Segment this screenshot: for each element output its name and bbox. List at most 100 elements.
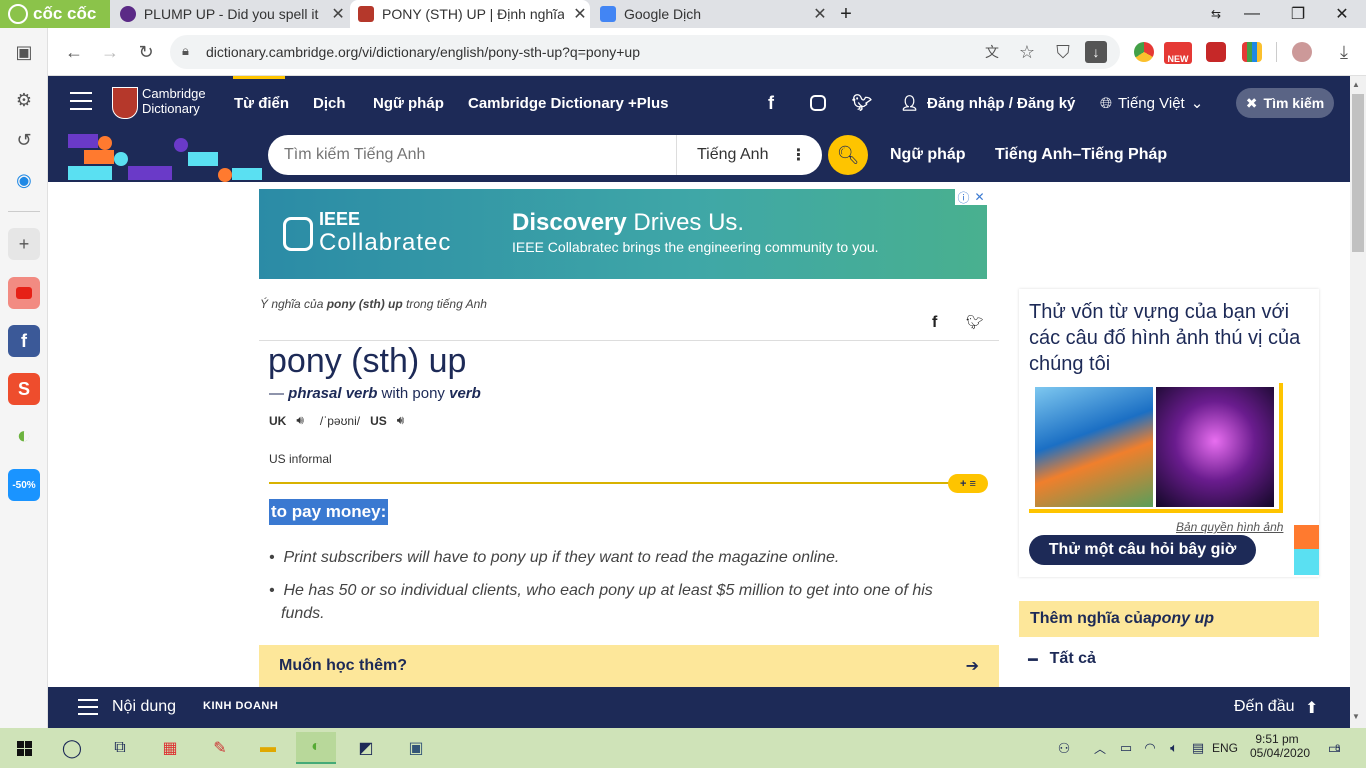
app-icon-2[interactable]: ▣	[396, 732, 436, 764]
reload-icon[interactable]: ↻	[132, 38, 160, 66]
all-meanings-toggle[interactable]: ━ Tất cả	[1028, 650, 1096, 670]
download-video-icon[interactable]: ↓	[1085, 41, 1107, 63]
uk-audio-icon[interactable]: 🔊︎	[296, 413, 304, 428]
ad-choices-icon[interactable]: ⓘ ✕	[955, 189, 987, 205]
tab-plump-up[interactable]: PLUMP UP - Did you spell it c ✕	[112, 0, 346, 28]
back-to-top-link[interactable]: Đến đầu	[1234, 698, 1295, 716]
scroll-up-arrow-icon[interactable]: ▲	[1352, 80, 1360, 89]
scroll-down-arrow-icon[interactable]: ▼	[1352, 712, 1360, 721]
add-to-wordlist-button[interactable]: + ≡	[948, 474, 988, 493]
search-toggle-button[interactable]: ✖ Tìm kiếm	[1236, 88, 1334, 118]
ad-banner[interactable]: IEEE Collabratec Discovery Drives Us. IE…	[259, 189, 987, 279]
facebook-icon[interactable]: f	[768, 76, 774, 130]
quiz-start-button[interactable]: Thử một câu hỏi bây giờ	[1029, 535, 1256, 565]
twitter-icon[interactable]: 🐦︎	[852, 76, 872, 130]
profile-avatar[interactable]	[1292, 42, 1312, 62]
minimize-button[interactable]: —	[1232, 0, 1272, 28]
history-icon[interactable]: ↺	[8, 124, 40, 156]
language-label: Tiếng Việt	[1118, 94, 1185, 112]
learn-more-bar[interactable]: Muốn học thêm? ➔	[259, 645, 999, 687]
cambridge-logo[interactable]: Cambridge Dictionary	[142, 86, 206, 116]
browser-sidebar: ▣ ⚙ ↺ ◉ + f S ◐ -50%	[0, 28, 48, 728]
app-icon[interactable]: ▦	[150, 732, 190, 764]
login-link[interactable]: 👤︎ Đăng nhập / Đăng ký	[900, 76, 1075, 130]
search-language-selector[interactable]: Tiếng Anh ⋮	[676, 135, 822, 175]
tiki-icon[interactable]: -50%	[8, 469, 40, 501]
new-extension-icon[interactable]: NEW	[1164, 42, 1192, 64]
waterslide-image[interactable]	[1035, 387, 1153, 507]
nav-translate[interactable]: Dịch	[313, 76, 346, 130]
coccoc-taskbar-icon[interactable]: ◐	[296, 732, 336, 764]
downloads-icon[interactable]: ⤓	[1330, 38, 1358, 66]
extension-red-icon[interactable]	[1206, 42, 1226, 62]
share-facebook-icon[interactable]: f	[932, 314, 937, 332]
contents-link[interactable]: Nội dung	[112, 698, 176, 716]
ferris-wheel-image[interactable]	[1156, 387, 1274, 507]
address-bar-row: ← → ↻ 🔒︎ dictionary.cambridge.org/vi/dic…	[48, 28, 1366, 76]
new-tab-button[interactable]: +	[826, 0, 866, 28]
grammar-link[interactable]: Ngữ pháp	[890, 130, 966, 180]
example-item: • He has 50 or so individual clients, wh…	[269, 582, 933, 622]
coccoc-menu-button[interactable]: cốc cốc	[0, 0, 110, 28]
tab-pony-up[interactable]: PONY (STH) UP | Định nghĩa t ✕	[350, 0, 590, 28]
add-sidebar-app-icon[interactable]: +	[8, 228, 40, 260]
coccoc-sidebar-icon[interactable]: ◐	[8, 420, 40, 452]
close-tab-icon[interactable]: ✕	[330, 4, 346, 24]
image-credit-link[interactable]: Bản quyền hình ảnh	[1176, 520, 1283, 534]
close-window-button[interactable]: ✕	[1322, 0, 1362, 28]
search-circle-icon[interactable]: ◯	[52, 732, 92, 764]
english-french-link[interactable]: Tiếng Anh–Tiếng Pháp	[995, 130, 1167, 180]
sidebar-toggle-icon[interactable]: ▣	[8, 36, 40, 68]
language-selector[interactable]: 🌐︎ Tiếng Việt ⌄	[1100, 76, 1203, 130]
shopee-label: S	[17, 378, 30, 399]
contents-menu-icon[interactable]	[78, 699, 98, 715]
extension-color-icon[interactable]	[1242, 42, 1262, 62]
ieee-logo-icon	[283, 217, 313, 251]
hamburger-menu-icon[interactable]	[70, 92, 92, 110]
settings-gear-icon[interactable]: ⚙	[8, 84, 40, 116]
shield-icon[interactable]: ⛉	[1049, 38, 1077, 66]
google-translate-favicon-icon	[600, 6, 616, 22]
page-scrollbar[interactable]: ▲ ▼	[1350, 76, 1366, 728]
maximize-button[interactable]: ❐	[1278, 0, 1318, 28]
bookmark-star-icon[interactable]: ☆	[1013, 38, 1041, 66]
notification-count: 8	[1335, 743, 1341, 753]
facebook-sidebar-icon[interactable]: f	[8, 325, 40, 357]
arrow-up-circle-icon[interactable]: ⬆︎	[1305, 698, 1318, 718]
tab-search-icon[interactable]: ⇆	[1196, 0, 1236, 28]
nav-plus[interactable]: Cambridge Dictionary +Plus	[468, 76, 668, 130]
people-icon[interactable]: ⚇	[1044, 732, 1084, 764]
notifications-icon[interactable]: ▭ 8	[1314, 732, 1354, 764]
scroll-thumb[interactable]	[1352, 94, 1364, 252]
share-twitter-icon[interactable]: 🐦︎	[966, 314, 984, 331]
quiz-title: Thử vốn từ vựng của bạn với các câu đố h…	[1029, 301, 1301, 375]
task-view-icon[interactable]: ⧉	[100, 732, 140, 764]
translate-page-icon[interactable]: 文	[978, 38, 1006, 66]
url-text: dictionary.cambridge.org/vi/dictionary/e…	[206, 44, 640, 60]
us-audio-icon[interactable]: 🔊︎	[397, 413, 405, 428]
back-icon[interactable]: ←	[60, 38, 88, 66]
search-button[interactable]: 🔍︎	[828, 135, 868, 175]
extension-icon[interactable]	[1134, 42, 1154, 62]
tab-google-translate[interactable]: Google Dịch ✕	[592, 0, 828, 28]
instagram-icon[interactable]	[810, 95, 826, 111]
nav-dictionary[interactable]: Từ điển	[234, 76, 289, 130]
search-icon: 🔍︎	[836, 144, 860, 165]
messenger-icon[interactable]: ◉	[8, 164, 40, 196]
notes-app-icon[interactable]: ◩	[346, 732, 386, 764]
input-language[interactable]: ENG	[1212, 741, 1238, 755]
business-link[interactable]: KINH DOANH	[203, 700, 278, 712]
windows-start-icon[interactable]	[4, 732, 44, 764]
ad-brand-top: IEEE	[319, 209, 361, 229]
search-input[interactable]	[268, 146, 676, 164]
shopee-icon[interactable]: S	[8, 373, 40, 405]
toolbar-divider	[1276, 42, 1277, 62]
paint-app-icon[interactable]: ✎	[200, 732, 240, 764]
close-tab-icon[interactable]: ✕	[572, 4, 588, 24]
file-explorer-icon[interactable]: ▬	[248, 732, 288, 764]
clock[interactable]: 9:51 pm 05/04/2020	[1250, 732, 1310, 760]
tab-title: PONY (STH) UP | Định nghĩa t	[382, 6, 564, 22]
nav-grammar[interactable]: Ngữ pháp	[373, 76, 444, 130]
forward-icon[interactable]: →	[96, 38, 124, 66]
youtube-icon[interactable]	[8, 277, 40, 309]
